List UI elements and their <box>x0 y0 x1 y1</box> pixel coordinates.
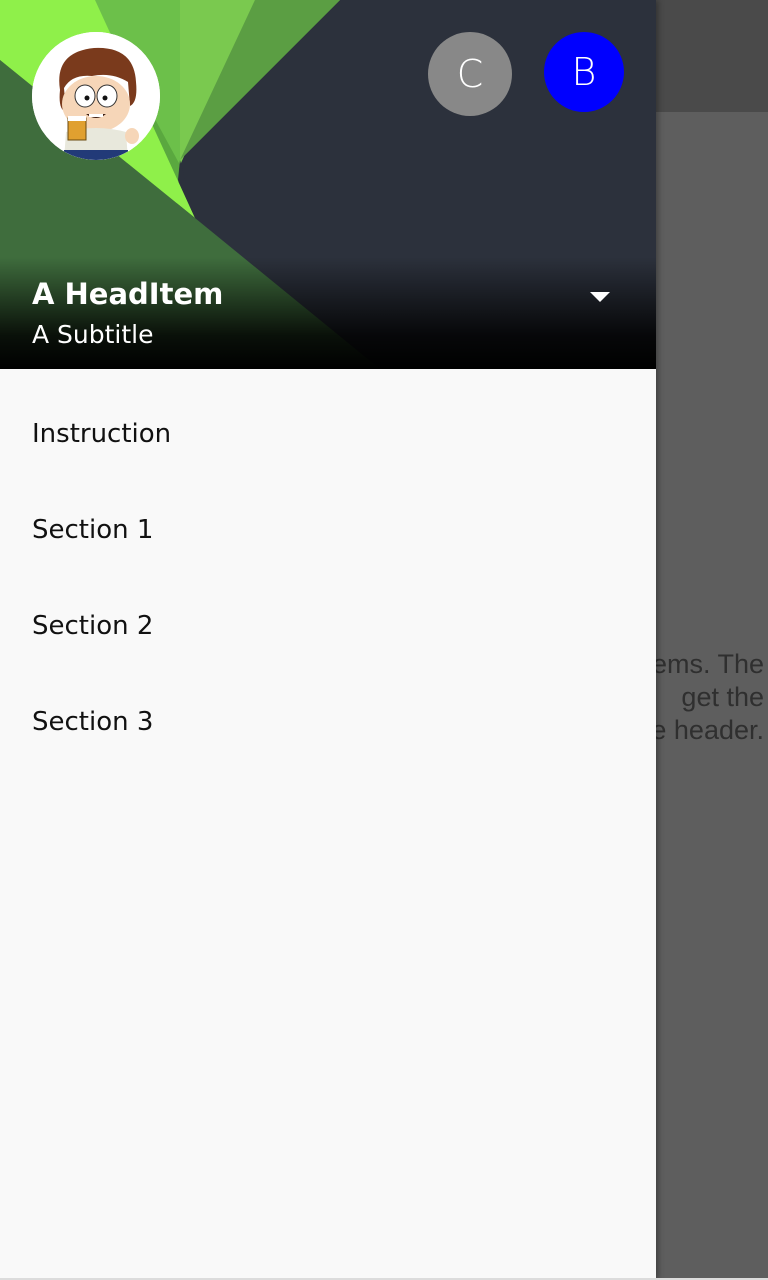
profile-switch-b[interactable]: B <box>544 32 624 112</box>
cartoon-avatar-icon <box>32 32 160 160</box>
header-gradient <box>0 257 656 369</box>
menu-item-instruction[interactable]: Instruction <box>0 386 656 482</box>
menu-item-label: Instruction <box>32 419 172 449</box>
profile-switch-c[interactable]: C <box>428 32 512 116</box>
menu-item-label: Section 1 <box>32 515 154 545</box>
caret-down-icon[interactable] <box>580 282 620 312</box>
header-title: A HeadItem <box>32 277 224 311</box>
menu-item-section-1[interactable]: Section 1 <box>0 482 656 578</box>
header-subtitle: A Subtitle <box>32 320 154 349</box>
menu-item-label: Section 3 <box>32 707 154 737</box>
drawer-menu: Instruction Section 1 Section 2 Section … <box>0 386 656 770</box>
menu-item-section-3[interactable]: Section 3 <box>0 674 656 770</box>
screen: ems. The get the e header. C B A HeadIte… <box>0 0 768 1280</box>
navigation-drawer: C B A HeadItem A Subtitle Instruction Se… <box>0 0 656 1280</box>
drawer-header: C B A HeadItem A Subtitle <box>0 0 656 369</box>
menu-item-section-2[interactable]: Section 2 <box>0 578 656 674</box>
profile-avatar[interactable] <box>32 32 160 160</box>
menu-item-label: Section 2 <box>32 611 154 641</box>
